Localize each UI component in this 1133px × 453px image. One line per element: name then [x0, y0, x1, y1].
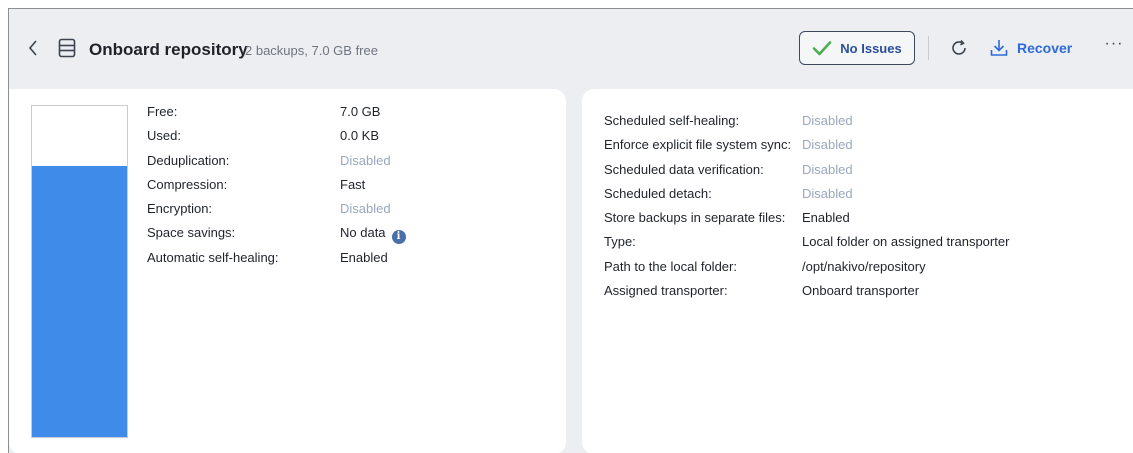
detail-key: Compression:	[147, 176, 228, 192]
detail-key: Space savings:	[147, 225, 236, 241]
detail-value-wrap: 7.0 GB	[340, 104, 380, 120]
chevron-left-icon	[28, 40, 37, 56]
detail-value: Disabled	[802, 161, 853, 177]
refresh-button[interactable]	[947, 36, 971, 60]
back-button[interactable]	[23, 37, 43, 59]
detail-key: Scheduled self-healing:	[604, 113, 740, 128]
detail-value: Fast	[340, 176, 366, 192]
detail-key: Scheduled data verification:	[604, 161, 764, 177]
recover-label: Recover	[1017, 40, 1073, 56]
storage-usage-bar	[31, 105, 128, 438]
detail-value: Disabled	[802, 185, 853, 201]
detail-value-wrap: Enabled	[340, 250, 388, 266]
checkmark-icon	[812, 41, 832, 56]
detail-value: Disabled	[802, 113, 853, 128]
detail-value: No data	[340, 225, 386, 241]
repository-icon	[58, 38, 76, 58]
detail-value: Disabled	[340, 201, 391, 217]
detail-value-wrap: Enabled	[802, 210, 850, 226]
detail-value: /opt/nakivo/repository	[802, 258, 926, 274]
detail-value: Enabled	[802, 210, 850, 226]
detail-value: 7.0 GB	[340, 104, 381, 119]
detail-value-wrap: Disabled	[802, 137, 853, 153]
detail-value-wrap: Disabled	[340, 153, 391, 169]
repository-settings-panel: Scheduled self-healing: Disabled Enforce e…	[582, 89, 1133, 453]
page-subtitle: 2 backups, 7.0 GB free	[245, 43, 378, 58]
detail-key: Enforce explicit file system sync:	[604, 137, 792, 153]
download-icon	[990, 40, 1008, 56]
detail-value: Onboard transporter	[802, 283, 920, 299]
storage-usage-fill	[32, 165, 127, 437]
detail-key: Assigned transporter:	[604, 283, 728, 299]
detail-value-wrap: Disabled	[802, 186, 853, 202]
repository-view: Onboard repository 2 backups, 7.0 GB fre…	[8, 8, 1133, 453]
detail-key: Deduplication:	[147, 152, 230, 168]
detail-value-wrap: No data i	[340, 225, 406, 245]
detail-key: Store backups in separate files:	[604, 210, 786, 226]
detail-value-wrap: Disabled	[340, 201, 391, 217]
more-options-button[interactable]: ···	[1103, 36, 1125, 57]
detail-value: Disabled	[802, 137, 853, 153]
detail-key: Type:	[604, 234, 636, 250]
detail-key: Encryption:	[147, 201, 213, 217]
status-label: No Issues	[840, 40, 902, 56]
detail-key: Free:	[147, 104, 178, 119]
detail-value: Local folder on assigned transporter	[802, 234, 1010, 250]
storage-summary-panel: Free: 7.0 GB Used: 0.0 KB Deduplication: Disa…	[9, 89, 566, 453]
status-button[interactable]: No Issues	[799, 31, 915, 65]
detail-value-wrap: 0.0 KB	[340, 128, 379, 144]
detail-value: Disabled	[340, 152, 391, 168]
detail-value-wrap: Disabled	[802, 113, 853, 129]
page-title: Onboard repository	[89, 40, 248, 59]
detail-key: Automatic self-healing:	[147, 249, 279, 265]
detail-value-wrap: Local folder on assigned transporter	[802, 234, 1009, 250]
info-icon[interactable]: i	[391, 230, 406, 245]
refresh-icon	[952, 39, 966, 55]
detail-value-wrap: Disabled	[802, 162, 853, 178]
detail-key: Scheduled detach:	[604, 185, 712, 201]
detail-value-wrap: /opt/nakivo/repository	[802, 259, 926, 275]
detail-value-wrap: Fast	[340, 177, 365, 193]
detail-key: Used:	[147, 128, 181, 144]
detail-value: Enabled	[340, 249, 388, 265]
detail-key: Path to the local folder:	[604, 258, 737, 274]
recover-button[interactable]: Recover	[989, 35, 1072, 61]
detail-value: 0.0 KB	[340, 128, 380, 144]
divider	[928, 36, 929, 60]
detail-value-wrap: Onboard transporter	[802, 283, 919, 299]
page-header: Onboard repository 2 backups, 7.0 GB fre…	[9, 9, 1133, 87]
